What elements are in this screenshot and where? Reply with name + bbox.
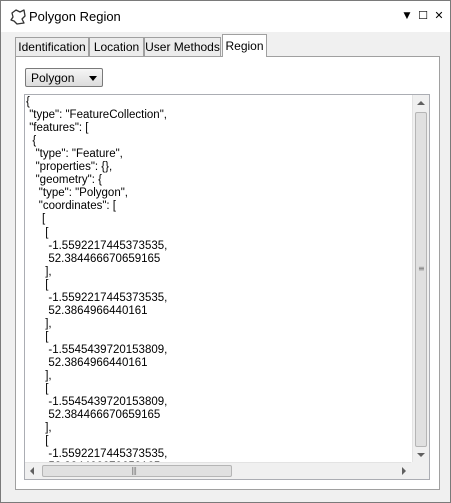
code-line: -1.5592217445373535, (48, 239, 168, 252)
code-line: "coordinates": [ (38, 200, 117, 213)
code-line: ], (45, 317, 52, 330)
code-line: [ (45, 278, 49, 291)
close-button[interactable]: ✕ (432, 9, 446, 23)
code-line: ], (45, 370, 52, 383)
scrollbar-corner (411, 462, 429, 479)
tab-location[interactable]: Location (89, 37, 144, 56)
code-line: ], (45, 265, 52, 278)
scroll-down-icon[interactable] (417, 453, 425, 457)
code-line: [ (45, 435, 49, 448)
code-line: -1.5545439720153809, (48, 343, 168, 356)
grip-icon: ≡ (418, 264, 425, 273)
code-line: { (26, 96, 30, 108)
polygon-region-window: Polygon Region ▼ ☐ ✕ Identification Loca… (0, 0, 451, 503)
code-line: -1.5545439720153809, (48, 396, 168, 409)
code-line: 52.384466670659165 (48, 252, 161, 265)
window-title: Polygon Region (29, 9, 121, 24)
polygon-icon (10, 9, 26, 25)
code-line: 52.384466670659165 (48, 409, 161, 422)
code-line: "type": "Polygon", (38, 187, 129, 200)
maximize-button[interactable]: ☐ (416, 9, 430, 23)
tab-region[interactable]: Region (222, 34, 267, 57)
code-line: -1.5592217445373535, (48, 291, 168, 304)
tab-user-methods[interactable]: User Methods (144, 37, 221, 56)
vertical-scroll-thumb[interactable]: ≡ (415, 112, 427, 447)
geojson-textarea[interactable]: {"type": "FeatureCollection", "features":… (24, 94, 430, 480)
scroll-left-icon[interactable] (30, 467, 34, 475)
code-line: ], (45, 422, 52, 435)
region-panel: Polygon {"type": "FeatureCollection", "fe… (15, 56, 440, 490)
code-line: "geometry": { (35, 174, 102, 187)
code-line: 52.3864966440161 (48, 304, 148, 317)
shape-type-dropdown[interactable]: Polygon (25, 68, 103, 87)
code-line: "type": "FeatureCollection", (29, 109, 167, 122)
tab-identification[interactable]: Identification (15, 37, 89, 56)
pin-menu-button[interactable]: ▼ (400, 9, 414, 23)
code-line: -1.5592217445373535, (48, 448, 168, 461)
code-line: [ (45, 226, 49, 239)
grip-icon: ||| (131, 466, 137, 475)
vertical-scrollbar[interactable]: ≡ (412, 95, 429, 463)
code-line: "properties": {}, (35, 161, 113, 174)
code-line: { (32, 135, 37, 148)
shape-type-value: Polygon (31, 71, 75, 85)
code-line: [ (45, 383, 49, 396)
scroll-up-icon[interactable] (417, 101, 425, 105)
code-line: "features": [ (29, 122, 89, 135)
horizontal-scroll-thumb[interactable]: ||| (42, 465, 232, 477)
code-line: [ (42, 213, 46, 226)
title-bar[interactable]: Polygon Region ▼ ☐ ✕ (1, 1, 450, 32)
code-line: "type": "Feature", (35, 148, 123, 161)
horizontal-scrollbar[interactable]: ||| (25, 462, 412, 479)
code-line: [ (45, 330, 49, 343)
scroll-right-icon[interactable] (402, 467, 406, 475)
code-line: 52.3864966440161 (48, 357, 148, 369)
chevron-down-icon (89, 76, 97, 81)
